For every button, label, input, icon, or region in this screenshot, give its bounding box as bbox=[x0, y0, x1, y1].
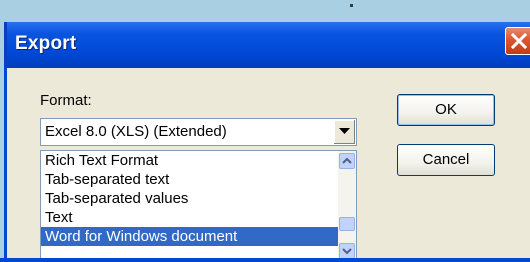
format-dropdown-button[interactable] bbox=[333, 120, 355, 144]
format-list[interactable]: Rich Text Format Tab-separated text Tab-… bbox=[40, 150, 357, 262]
list-item[interactable]: Rich Text Format bbox=[41, 151, 339, 170]
list-item[interactable]: Tab-separated text bbox=[41, 170, 339, 189]
scroll-up-button[interactable] bbox=[339, 153, 355, 169]
dialog-title: Export bbox=[15, 33, 77, 54]
list-scrollbar[interactable] bbox=[338, 151, 356, 261]
title-bar[interactable]: Export bbox=[4, 22, 530, 68]
scroll-thumb[interactable] bbox=[339, 217, 355, 231]
format-selected-value: Excel 8.0 (XLS) (Extended) bbox=[45, 123, 227, 140]
list-item-selected[interactable]: Word for Windows document bbox=[41, 227, 339, 246]
chevron-down-icon bbox=[339, 128, 350, 134]
dialog-bottom-edge bbox=[0, 258, 530, 262]
format-label: Format: bbox=[40, 92, 92, 109]
list-item[interactable]: Text bbox=[41, 208, 339, 227]
desktop-mark bbox=[350, 4, 353, 7]
chevron-down-icon bbox=[342, 248, 352, 255]
ok-button[interactable]: OK bbox=[397, 94, 495, 126]
close-icon bbox=[510, 32, 528, 50]
cancel-button[interactable]: Cancel bbox=[397, 144, 495, 176]
scroll-down-button[interactable] bbox=[339, 243, 355, 259]
format-list-items: Rich Text Format Tab-separated text Tab-… bbox=[41, 151, 339, 246]
chevron-up-icon bbox=[342, 157, 352, 164]
close-button[interactable] bbox=[505, 27, 530, 55]
format-combobox[interactable]: Excel 8.0 (XLS) (Extended) bbox=[40, 118, 357, 146]
list-item[interactable]: Tab-separated values bbox=[41, 189, 339, 208]
